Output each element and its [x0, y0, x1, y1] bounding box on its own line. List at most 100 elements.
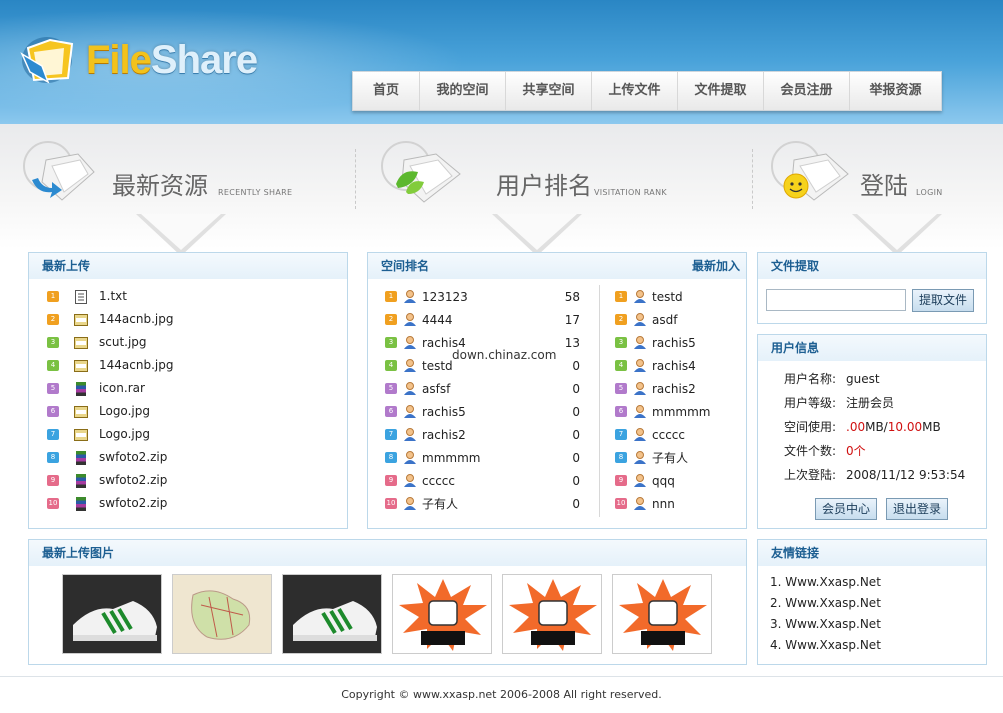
file-list-item[interactable]: 2 144acnb.jpg — [47, 308, 347, 331]
file-name-link[interactable]: swfoto2.zip — [99, 469, 167, 492]
user-name-link[interactable]: mmmmm — [652, 405, 710, 419]
section-arrow-inner — [141, 214, 221, 250]
nav-home[interactable]: 首页 — [353, 72, 420, 110]
panel-title: 最新上传 — [29, 253, 347, 279]
main-nav: 首页 我的空间 共享空间 上传文件 文件提取 会员注册 举报资源 — [352, 71, 942, 111]
newest-member-row[interactable]: 3 rachis5 — [615, 331, 710, 354]
rank-number-badge: 8 — [615, 452, 627, 463]
file-count-value: 0个 — [846, 439, 866, 463]
file-name-link[interactable]: swfoto2.zip — [99, 492, 167, 515]
logout-button[interactable]: 退出登录 — [886, 498, 949, 520]
rank-row[interactable]: 2 4444 17 — [385, 308, 580, 331]
user-name-link[interactable]: nnn — [652, 497, 675, 511]
thumbnail-ican-logo[interactable] — [612, 574, 712, 654]
friend-link[interactable]: 1. Www.Xxasp.Net — [770, 572, 986, 593]
thumbnail-ican-logo[interactable] — [502, 574, 602, 654]
file-list-item[interactable]: 4 144acnb.jpg — [47, 354, 347, 377]
site-header: FileShare 首页 我的空间 共享空间 上传文件 文件提取 会员注册 举报… — [0, 0, 1003, 124]
newest-member-row[interactable]: 1 testd — [615, 285, 710, 308]
file-name-link[interactable]: Logo.jpg — [99, 423, 150, 446]
friend-link[interactable]: 3. Www.Xxasp.Net — [770, 614, 986, 635]
user-name-link[interactable]: rachis2 — [652, 382, 696, 396]
newest-member-row[interactable]: 6 mmmmm — [615, 400, 710, 423]
rank-row[interactable]: 9 ccccc 0 — [385, 469, 580, 492]
user-name-link[interactable]: ccccc — [652, 428, 685, 442]
file-list-item[interactable]: 9 swfoto2.zip — [47, 469, 347, 492]
file-name-link[interactable]: icon.rar — [99, 377, 145, 400]
rank-row[interactable]: 8 mmmmm 0 — [385, 446, 580, 469]
user-info-panel: 用户信息 用户名称: guest 用户等级: 注册会员 空间使用: .00MB/10.… — [757, 334, 987, 529]
friend-link[interactable]: 4. Www.Xxasp.Net — [770, 635, 986, 656]
thumbnail-shoe[interactable] — [282, 574, 382, 654]
file-name-link[interactable]: 144acnb.jpg — [99, 354, 173, 377]
nav-my-space[interactable]: 我的空间 — [420, 72, 506, 110]
file-name-link[interactable]: swfoto2.zip — [99, 446, 167, 469]
file-name-link[interactable]: Logo.jpg — [99, 400, 150, 423]
rank-number-badge: 4 — [615, 360, 627, 371]
section-divider — [752, 149, 753, 209]
newest-member-row[interactable]: 4 rachis4 — [615, 354, 710, 377]
newest-member-row[interactable]: 7 ccccc — [615, 423, 710, 446]
visit-count: 0 — [572, 496, 580, 511]
section-rank: 用户排名 VISITATION RANK — [380, 138, 700, 256]
user-name-link[interactable]: rachis2 — [422, 428, 550, 442]
file-list-item[interactable]: 3 scut.jpg — [47, 331, 347, 354]
user-name-link[interactable]: rachis5 — [422, 405, 550, 419]
newest-member-row[interactable]: 5 rachis2 — [615, 377, 710, 400]
friend-link[interactable]: 2. Www.Xxasp.Net — [770, 593, 986, 614]
newest-member-row[interactable]: 8 子有人 — [615, 446, 710, 469]
file-list-item[interactable]: 6 Logo.jpg — [47, 400, 347, 423]
nav-file-extract[interactable]: 文件提取 — [678, 72, 764, 110]
logo-folder-icon[interactable] — [20, 34, 78, 86]
user-name-link[interactable]: testd — [652, 290, 683, 304]
user-level-row: 用户等级: 注册会员 — [768, 391, 986, 415]
thumbnail-map[interactable] — [172, 574, 272, 654]
latest-uploads-panel: 最新上传 1 1.txt 2 144acnb.jpg 3 scut.jpg 4 144acnb… — [28, 252, 348, 529]
rank-row[interactable]: 10 子有人 0 — [385, 492, 580, 515]
image-file-icon — [74, 359, 88, 372]
file-list-item[interactable]: 10 swfoto2.zip — [47, 492, 347, 515]
user-name-link[interactable]: 子有人 — [652, 449, 688, 466]
text-file-icon — [75, 289, 87, 304]
newest-member-row[interactable]: 9 qqq — [615, 469, 710, 492]
file-name-link[interactable]: 1.txt — [99, 285, 127, 308]
user-name-link[interactable]: rachis5 — [652, 336, 696, 350]
extract-file-button[interactable]: 提取文件 — [912, 289, 975, 312]
newest-member-row[interactable]: 2 asdf — [615, 308, 710, 331]
section-subtitle-recent: RECENTLY SHARE — [218, 188, 293, 197]
rank-row[interactable]: 1 123123 58 — [385, 285, 580, 308]
logo-text[interactable]: FileShare — [86, 38, 258, 83]
extract-code-input[interactable] — [766, 289, 906, 311]
file-list-item[interactable]: 5 icon.rar — [47, 377, 347, 400]
archive-zip-icon — [76, 473, 86, 488]
thumbnail-ican-logo[interactable] — [392, 574, 492, 654]
rank-row[interactable]: 7 rachis2 0 — [385, 423, 580, 446]
user-name-link[interactable]: 123123 — [422, 290, 550, 304]
file-name-link[interactable]: 144acnb.jpg — [99, 308, 173, 331]
user-name-link[interactable]: ccccc — [422, 474, 550, 488]
user-icon — [404, 359, 416, 372]
file-list-item[interactable]: 1 1.txt — [47, 285, 347, 308]
user-name-link[interactable]: asdf — [652, 313, 677, 327]
thumbnail-shoe[interactable] — [62, 574, 162, 654]
user-name-link[interactable]: asfsf — [422, 382, 550, 396]
nav-register[interactable]: 会员注册 — [764, 72, 850, 110]
newest-members-title[interactable]: 最新加入 — [692, 253, 740, 279]
user-name-link[interactable]: 4444 — [422, 313, 550, 327]
file-list-item[interactable]: 7 Logo.jpg — [47, 423, 347, 446]
rank-row[interactable]: 6 rachis5 0 — [385, 400, 580, 423]
file-name-link[interactable]: scut.jpg — [99, 331, 147, 354]
newest-member-row[interactable]: 10 nnn — [615, 492, 710, 515]
file-count-unit: 个 — [853, 444, 866, 458]
nav-shared-space[interactable]: 共享空间 — [506, 72, 592, 110]
rank-row[interactable]: 5 asfsf 0 — [385, 377, 580, 400]
nav-report[interactable]: 举报资源 — [850, 72, 941, 110]
user-name-link[interactable]: mmmmm — [422, 451, 550, 465]
user-name-link[interactable]: rachis4 — [652, 359, 696, 373]
user-name-link[interactable]: 子有人 — [422, 495, 550, 512]
nav-upload[interactable]: 上传文件 — [592, 72, 678, 110]
rank-number-badge: 6 — [47, 406, 59, 417]
member-center-button[interactable]: 会员中心 — [815, 498, 878, 520]
file-list-item[interactable]: 8 swfoto2.zip — [47, 446, 347, 469]
user-name-link[interactable]: qqq — [652, 474, 675, 488]
